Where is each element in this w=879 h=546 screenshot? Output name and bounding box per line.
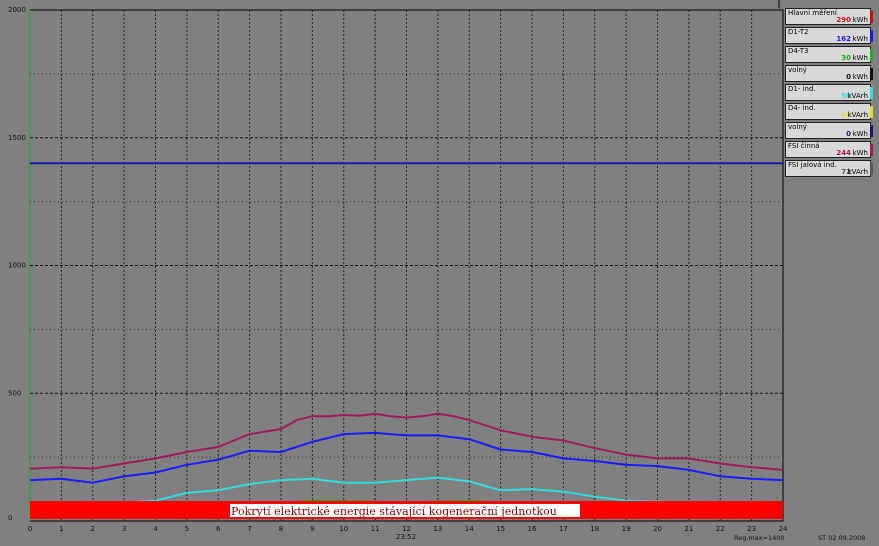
legend-item-value: 0 <box>846 73 851 81</box>
legend-item: D4-T3 30 kWh <box>785 46 873 63</box>
time-label: 23:52 <box>396 533 416 541</box>
x-tick-label: 10 <box>339 525 348 533</box>
x-tick-label: 15 <box>496 525 505 533</box>
x-tick-label: 6 <box>216 525 221 533</box>
x-tick-label: 23 <box>747 525 756 533</box>
x-tick-label: 7 <box>247 525 251 533</box>
legend: Hlavní měření 290 kWh D1-T2 162 kWh D4-T3 30 kWh… <box>785 8 873 179</box>
legend-item-swatch <box>870 68 873 80</box>
legend-item-value: 244 <box>836 149 851 157</box>
x-tick-label: 4 <box>153 525 158 533</box>
legend-item-swatch <box>870 144 873 156</box>
legend-item: D4- ind. 14 kVArh <box>785 103 873 120</box>
x-tick-label: 16 <box>528 525 537 533</box>
legend-item: volný 0 kWh <box>785 65 873 82</box>
reg-max-label: Reg.max=1400 <box>734 534 785 542</box>
legend-item-unit: kWh <box>852 35 868 43</box>
date-label: ST 02.09.2008 <box>818 534 865 542</box>
legend-item-name: FSI jalová ind. <box>788 161 837 169</box>
legend-item-swatch <box>870 11 873 23</box>
y-tick-label: 2000 <box>8 6 26 14</box>
x-tick-label: 3 <box>122 525 126 533</box>
x-tick-label: 12 <box>402 525 411 533</box>
y-tick-label: 1500 <box>8 134 26 142</box>
legend-item-unit: kWh <box>852 149 868 157</box>
y-tick-label: 500 <box>8 389 21 397</box>
legend-item: FSI činná 244 kWh <box>785 141 873 158</box>
legend-item-swatch <box>870 125 873 137</box>
legend-item-swatch <box>870 49 873 61</box>
legend-item-name: volný <box>788 66 807 74</box>
legend-item-value: 30 <box>841 54 851 62</box>
legend-item-value: 0 <box>846 130 851 138</box>
legend-item-swatch <box>870 106 873 118</box>
x-tick-labels: 0 1 2 3 4 5 6 7 8 9 10 11 12 13 14 15 16 17 18 19 20 21 22 23 24 <box>28 525 788 533</box>
legend-item-unit: kVArh <box>847 111 868 119</box>
legend-item-name: D1-T2 <box>788 28 809 36</box>
x-tick-label: 13 <box>433 525 442 533</box>
x-tick-label: 21 <box>684 525 693 533</box>
x-tick-label: 17 <box>559 525 568 533</box>
chart: 2000150010005000 0 1 2 3 4 5 6 7 8 9 10 11 12 13 14 15 1… <box>8 0 865 542</box>
legend-item-unit: kWh <box>852 73 868 81</box>
x-tick-label: 9 <box>310 525 314 533</box>
grid <box>29 9 784 522</box>
x-tick-label: 19 <box>622 525 631 533</box>
legend-item: D1-T2 162 kWh <box>785 27 873 44</box>
x-tick-label: 0 <box>28 525 32 533</box>
legend-item-swatch <box>870 87 873 99</box>
x-tick-label: 11 <box>371 525 380 533</box>
legend-item: Hlavní měření 290 kWh <box>785 8 873 25</box>
legend-item: FSI jalová ind. 72 kVArh <box>785 160 873 177</box>
legend-item: volný 0 kWh <box>785 122 873 139</box>
x-tick-label: 24 <box>779 525 788 533</box>
legend-item-name: D4-T3 <box>788 47 809 55</box>
y-tick-labels: 2000 1500 1000 500 0 <box>8 6 26 522</box>
x-tick-label: 22 <box>716 525 725 533</box>
x-tick-label: 20 <box>653 525 662 533</box>
x-tick-label: 1 <box>59 525 63 533</box>
legend-item-swatch <box>870 163 873 175</box>
legend-item-name: FSI činná <box>788 142 820 150</box>
legend-item-name: Hlavní měření <box>788 9 837 17</box>
legend-item-swatch <box>870 30 873 42</box>
x-tick-label: 5 <box>185 525 189 533</box>
legend-item-value: 290 <box>836 16 851 24</box>
coverage-banner-text: Pokrytí elektrické energie stávající kog… <box>231 505 557 518</box>
legend-item-unit: kVArh <box>847 168 868 176</box>
x-tick-label: 2 <box>91 525 95 533</box>
legend-item-unit: kWh <box>852 54 868 62</box>
x-tick-label: 14 <box>465 525 474 533</box>
legend-item-value: 162 <box>836 35 851 43</box>
legend-item-name: D4- ind. <box>788 104 816 112</box>
x-tick-label: 18 <box>590 525 599 533</box>
x-tick-label: 8 <box>279 525 283 533</box>
y-tick-label: 0 <box>8 514 12 522</box>
legend-item-name: D1- ind. <box>788 85 816 93</box>
legend-item-name: volný <box>788 123 807 131</box>
legend-item-unit: kWh <box>852 130 868 138</box>
y-tick-label: 1000 <box>8 262 26 270</box>
legend-item-unit: kVArh <box>847 92 868 100</box>
legend-item: D1- ind. 50 kVArh <box>785 84 873 101</box>
legend-item-unit: kWh <box>852 16 868 24</box>
